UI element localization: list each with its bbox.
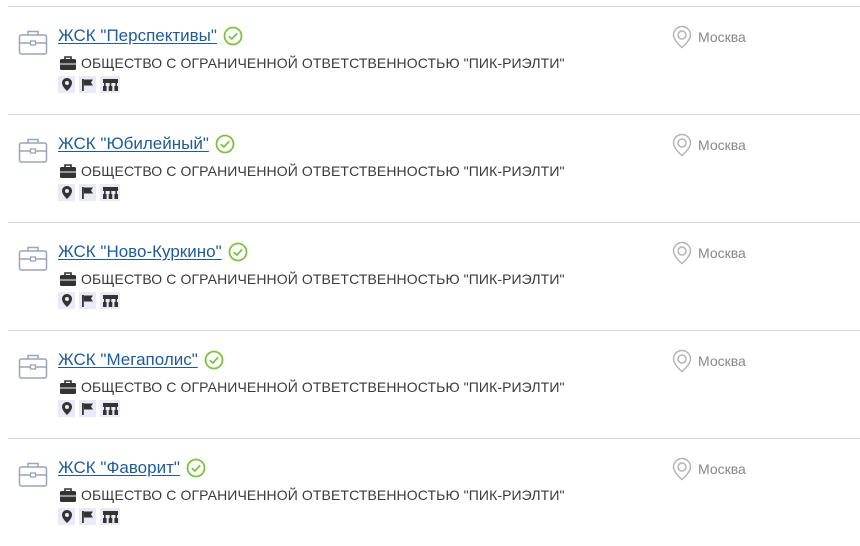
city-name: Москва <box>698 137 746 153</box>
org-structure-icon <box>102 402 118 415</box>
badges <box>58 76 124 93</box>
badge-address[interactable] <box>58 76 75 93</box>
parent-company-name: ОБЩЕСТВО С ОГРАНИЧЕННОЙ ОТВЕТСТВЕННОСТЬЮ… <box>81 163 565 179</box>
parent-company-name: ОБЩЕСТВО С ОГРАНИЧЕННОЙ ОТВЕТСТВЕННОСТЬЮ… <box>81 271 565 287</box>
badge-flag[interactable] <box>79 508 96 525</box>
badge-flag[interactable] <box>79 400 96 417</box>
briefcase-icon <box>60 164 76 178</box>
city: Москва <box>672 133 746 157</box>
list-item: ЖСК "Ново-Куркино" ОБЩЕСТВО С ОГРАНИЧЕНН… <box>8 222 860 329</box>
badge-flag[interactable] <box>79 292 96 309</box>
organization-list: ЖСК "Перспективы" ОБЩЕСТВО С ОГРАНИЧЕННО… <box>0 0 860 546</box>
organization-title-link[interactable]: ЖСК "Юбилейный" <box>58 134 209 154</box>
city: Москва <box>672 349 746 373</box>
flag-icon <box>82 186 93 199</box>
badge-address[interactable] <box>58 184 75 201</box>
badge-flag[interactable] <box>79 76 96 93</box>
city-name: Москва <box>698 245 746 261</box>
briefcase-outline-icon <box>18 30 48 55</box>
city: Москва <box>672 241 746 265</box>
title-line: ЖСК "Ново-Куркино" <box>58 241 248 263</box>
list-item: ЖСК "Мегаполис" ОБЩЕСТВО С ОГРАНИЧЕННОЙ … <box>8 330 860 437</box>
map-pin-outline-icon <box>672 133 692 157</box>
title-line: ЖСК "Юбилейный" <box>58 133 235 155</box>
parent-company: ОБЩЕСТВО С ОГРАНИЧЕННОЙ ОТВЕТСТВЕННОСТЬЮ… <box>60 487 565 503</box>
map-marker-icon <box>61 510 72 523</box>
flag-icon <box>82 402 93 415</box>
check-circle-icon <box>223 26 243 46</box>
badge-structure[interactable] <box>100 400 120 417</box>
city-name: Москва <box>698 29 746 45</box>
city: Москва <box>672 457 746 481</box>
badge-structure[interactable] <box>100 184 120 201</box>
badge-structure[interactable] <box>100 508 120 525</box>
badge-address[interactable] <box>58 508 75 525</box>
map-pin-outline-icon <box>672 349 692 373</box>
flag-icon <box>82 78 93 91</box>
city-name: Москва <box>698 461 746 477</box>
title-line: ЖСК "Фаворит" <box>58 457 206 479</box>
title-line: ЖСК "Перспективы" <box>58 25 243 47</box>
badges <box>58 400 124 417</box>
map-pin-outline-icon <box>672 457 692 481</box>
title-line: ЖСК "Мегаполис" <box>58 349 224 371</box>
briefcase-icon <box>60 56 76 70</box>
map-marker-icon <box>61 294 72 307</box>
badge-flag[interactable] <box>79 184 96 201</box>
check-circle-icon <box>215 134 235 154</box>
briefcase-outline-icon <box>18 138 48 163</box>
list-item: ЖСК "Перспективы" ОБЩЕСТВО С ОГРАНИЧЕННО… <box>8 6 860 113</box>
badge-structure[interactable] <box>100 76 120 93</box>
list-item: ЖСК "Юбилейный" ОБЩЕСТВО С ОГРАНИЧЕННОЙ … <box>8 114 860 221</box>
parent-company: ОБЩЕСТВО С ОГРАНИЧЕННОЙ ОТВЕТСТВЕННОСТЬЮ… <box>60 163 565 179</box>
briefcase-outline-icon <box>18 246 48 271</box>
parent-company: ОБЩЕСТВО С ОГРАНИЧЕННОЙ ОТВЕТСТВЕННОСТЬЮ… <box>60 55 565 71</box>
parent-company: ОБЩЕСТВО С ОГРАНИЧЕННОЙ ОТВЕТСТВЕННОСТЬЮ… <box>60 271 565 287</box>
organization-title-link[interactable]: ЖСК "Фаворит" <box>58 458 180 478</box>
badges <box>58 508 124 525</box>
org-structure-icon <box>102 294 118 307</box>
check-circle-icon <box>204 350 224 370</box>
map-pin-outline-icon <box>672 25 692 49</box>
list-item: ЖСК "Фаворит" ОБЩЕСТВО С ОГРАНИЧЕННОЙ ОТ… <box>8 438 860 545</box>
parent-company: ОБЩЕСТВО С ОГРАНИЧЕННОЙ ОТВЕТСТВЕННОСТЬЮ… <box>60 379 565 395</box>
badges <box>58 184 124 201</box>
organization-title-link[interactable]: ЖСК "Ново-Куркино" <box>58 242 222 262</box>
badges <box>58 292 124 309</box>
organization-title-link[interactable]: ЖСК "Перспективы" <box>58 26 217 46</box>
map-marker-icon <box>61 186 72 199</box>
org-structure-icon <box>102 78 118 91</box>
check-circle-icon <box>186 458 206 478</box>
org-structure-icon <box>102 510 118 523</box>
briefcase-icon <box>60 272 76 286</box>
briefcase-icon <box>60 488 76 502</box>
map-marker-icon <box>61 402 72 415</box>
city-name: Москва <box>698 353 746 369</box>
badge-structure[interactable] <box>100 292 120 309</box>
badge-address[interactable] <box>58 400 75 417</box>
map-pin-outline-icon <box>672 241 692 265</box>
org-structure-icon <box>102 186 118 199</box>
briefcase-outline-icon <box>18 462 48 487</box>
badge-address[interactable] <box>58 292 75 309</box>
city: Москва <box>672 25 746 49</box>
parent-company-name: ОБЩЕСТВО С ОГРАНИЧЕННОЙ ОТВЕТСТВЕННОСТЬЮ… <box>81 55 565 71</box>
flag-icon <box>82 294 93 307</box>
flag-icon <box>82 510 93 523</box>
briefcase-icon <box>60 380 76 394</box>
briefcase-outline-icon <box>18 354 48 379</box>
parent-company-name: ОБЩЕСТВО С ОГРАНИЧЕННОЙ ОТВЕТСТВЕННОСТЬЮ… <box>81 487 565 503</box>
check-circle-icon <box>228 242 248 262</box>
map-marker-icon <box>61 78 72 91</box>
parent-company-name: ОБЩЕСТВО С ОГРАНИЧЕННОЙ ОТВЕТСТВЕННОСТЬЮ… <box>81 379 565 395</box>
organization-title-link[interactable]: ЖСК "Мегаполис" <box>58 350 198 370</box>
